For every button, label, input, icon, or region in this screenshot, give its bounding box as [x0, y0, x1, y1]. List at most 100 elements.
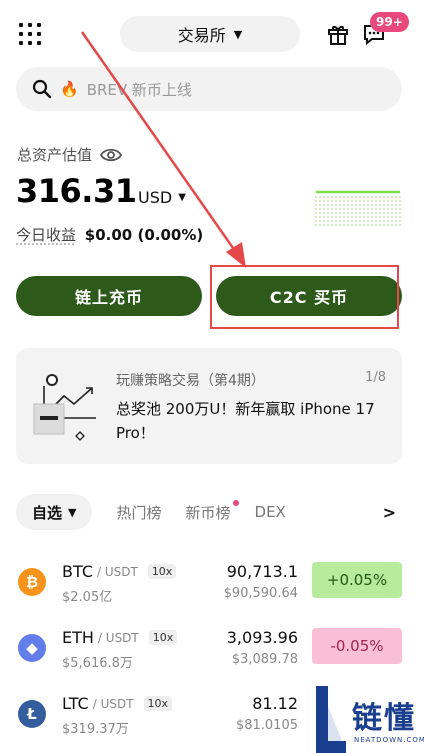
sparkline-dot [323, 200, 325, 202]
market-row[interactable]: ◆ ETH / USDT 10x $5,616.8万 3,093.96 $3,089.78-… [0, 628, 424, 694]
sparkline-dot [339, 208, 341, 210]
sparkline-dot [347, 212, 349, 214]
currency-selector[interactable]: USD ▼ [138, 188, 186, 207]
symbol-pair: / USDT [92, 696, 134, 711]
promo-card[interactable]: 玩赚策略交易（第4期） 1/8 总奖池 200万U！新年赢取 iPhone 17… [16, 348, 402, 464]
sparkline-dot [339, 212, 341, 214]
search-bar[interactable]: 🔥 BREV 新币上线 [16, 67, 402, 111]
sparkline-dot [347, 196, 349, 198]
symbol-pair: / USDT [97, 630, 139, 645]
leverage-badge: 10x [143, 696, 173, 711]
apps-grid-icon[interactable] [18, 22, 42, 46]
sparkline-dot [359, 204, 361, 206]
sparkline-dot [355, 216, 357, 218]
sparkline-dot [387, 200, 389, 202]
chevron-right-icon[interactable]: > [383, 503, 396, 522]
sparkline-dot [375, 212, 377, 214]
sparkline-dot [387, 204, 389, 206]
today-pnl-label[interactable]: 今日收益 [16, 226, 76, 244]
today-pnl: 今日收益 $0.00 (0.00%) [16, 224, 203, 245]
deposit-button[interactable]: 链上充币 [16, 276, 202, 316]
sparkline-dot [383, 212, 385, 214]
promo-text: 总奖池 200万U！新年赢取 iPhone 17 Pro！ [116, 400, 375, 442]
watermark-subtext: NEATDOWN.COM [354, 736, 424, 744]
asset-sparkline [315, 190, 401, 226]
sparkline-dot [347, 208, 349, 210]
tab-hot[interactable]: 热门榜 [116, 502, 161, 523]
sparkline-dot [343, 216, 345, 218]
promo-page-indicator: 1/8 [365, 370, 386, 385]
mode-selector[interactable]: 交易所 ▼ [120, 16, 300, 52]
symbol: LTC / USDT 10x [62, 694, 173, 713]
change-badge[interactable]: -0.05% [312, 628, 402, 664]
caret-down-icon: ▼ [178, 192, 186, 203]
gift-icon[interactable] [326, 22, 350, 46]
sparkline-dot [323, 224, 325, 226]
sparkline-dot [387, 224, 389, 226]
leverage-badge: 10x [148, 630, 178, 645]
tab-favorites-label: 自选 [32, 503, 63, 522]
sparkline-dot [351, 224, 353, 226]
sparkline-dot [367, 212, 369, 214]
sparkline-dot [319, 208, 321, 210]
sparkline-dot [315, 224, 317, 226]
sparkline-dot [399, 196, 401, 198]
sparkline-dot [335, 212, 337, 214]
sparkline-dot [367, 216, 369, 218]
sparkline-dot [331, 212, 333, 214]
tab-dex[interactable]: DEX [255, 503, 286, 521]
sparkline-dot [359, 216, 361, 218]
sparkline-dot [319, 204, 321, 206]
sparkline-dot [323, 208, 325, 210]
sparkline-dot [327, 220, 329, 222]
last-price: 90,713.1 [226, 562, 298, 581]
today-pnl-value: $0.00 (0.00%) [84, 226, 204, 244]
sparkline-dot [375, 200, 377, 202]
sparkline-dot [331, 208, 333, 210]
sparkline-dot [347, 224, 349, 226]
sparkline-dot [323, 204, 325, 206]
sparkline-dot [319, 224, 321, 226]
sparkline-dot [363, 196, 365, 198]
sparkline-dot [383, 220, 385, 222]
sparkline-dot [379, 200, 381, 202]
symbol-name: LTC [62, 694, 89, 713]
ethereum-icon: ◆ [18, 634, 46, 662]
sparkline-dot [343, 220, 345, 222]
sparkline-dot [395, 208, 397, 210]
sparkline-dot [395, 204, 397, 206]
sparkline-dot [367, 224, 369, 226]
sparkline-dot [331, 224, 333, 226]
symbol-name: BTC [62, 562, 93, 581]
leverage-badge: 10x [147, 564, 177, 579]
sparkline-dot [351, 208, 353, 210]
sparkline-dot [339, 224, 341, 226]
sparkline-dot [335, 208, 337, 210]
sparkline-dot [355, 196, 357, 198]
sparkline-dot [355, 224, 357, 226]
tab-new-listings[interactable]: 新币榜 [186, 499, 239, 523]
tab-favorites[interactable]: 自选 ▼ [16, 494, 93, 530]
change-badge[interactable]: +0.05% [312, 562, 402, 598]
sparkline-dot [351, 212, 353, 214]
total-assets-value: 316.31 [16, 172, 137, 210]
fiat-price: $81.0105 [235, 718, 298, 733]
sparkline-dot [343, 196, 345, 198]
sparkline-dot [371, 224, 373, 226]
sparkline-dot [367, 196, 369, 198]
sparkline-dot [343, 208, 345, 210]
sparkline-dot [335, 196, 337, 198]
sparkline-dot [335, 224, 337, 226]
sparkline-dot [395, 224, 397, 226]
eye-icon[interactable] [100, 147, 123, 163]
sparkline-dot [335, 200, 337, 202]
sparkline-dot [343, 212, 345, 214]
sparkline-dot [375, 196, 377, 198]
sparkline-dot [331, 204, 333, 206]
sparkline-dot [323, 212, 325, 214]
sparkline-dot [391, 224, 393, 226]
sparkline-dot [375, 220, 377, 222]
annotation-highlight-box [210, 265, 399, 329]
fiat-price: $3,089.78 [231, 652, 298, 667]
market-row[interactable]: ₿ BTC / USDT 10x $2.05亿 90,713.1 $90,590.64 +0.… [0, 562, 424, 628]
